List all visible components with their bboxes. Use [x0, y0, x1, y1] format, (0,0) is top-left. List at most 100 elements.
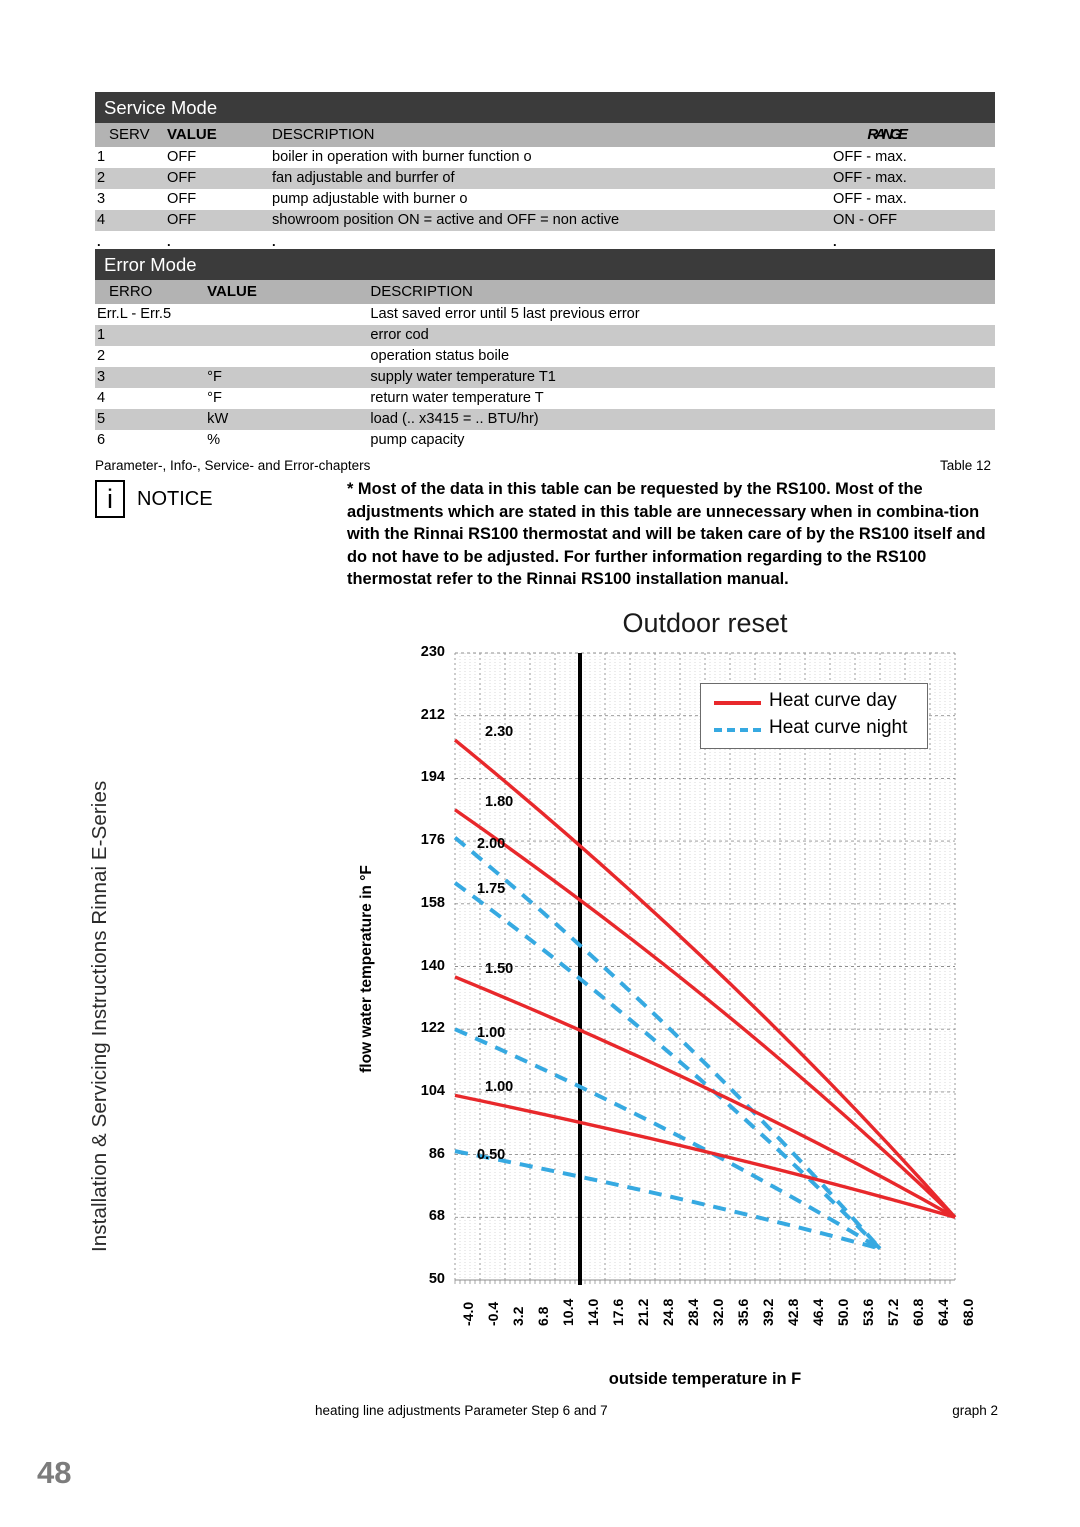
header-description: DESCRIPTION [370, 280, 995, 304]
cell-value: % [205, 430, 371, 451]
chart-y-tick: 230 [420, 644, 445, 660]
chart-x-tick: 39.2 [760, 1298, 776, 1326]
error-mode-table: Error Mode ERRO VALUE DESCRIPTION Err.L … [95, 249, 995, 476]
table-row: 3 OFF pump adjustable with burner o OFF … [95, 189, 995, 210]
cell-description: Last saved error until 5 last previous e… [370, 304, 995, 325]
cell-range: ON - OFF [825, 210, 995, 231]
chart-x-tick: -4.0 [460, 1301, 476, 1326]
chart-y-tick: 68 [428, 1208, 445, 1225]
table-row: 4 °F return water temperature T [95, 388, 995, 409]
chart-x-tick: 17.6 [610, 1298, 626, 1326]
cell-description: pump capacity [370, 430, 995, 451]
notice-body-text: * Most of the data in this table can be … [347, 480, 986, 589]
chart-x-tick: 64.4 [935, 1298, 951, 1326]
chart-x-tick: 28.4 [685, 1298, 701, 1326]
page-number: 48 [37, 1455, 72, 1490]
chart-x-tick: 68.0 [960, 1298, 976, 1326]
table-row: 2 operation status boile [95, 346, 995, 367]
chart-y-tick: 158 [420, 894, 445, 911]
graph-caption-right: graph 2 [952, 1403, 998, 1418]
legend-label: Heat curve day [769, 690, 897, 711]
cell-id: 3 [95, 367, 206, 388]
service-mode-table: Service Mode SERV VALUE DESCRIPTION RANG… [95, 92, 995, 252]
header-erro: ERRO [95, 280, 206, 304]
chart-x-tick: 57.2 [885, 1298, 901, 1326]
chart-x-tick: 6.8 [535, 1306, 551, 1326]
cell-range: OFF - max. [825, 147, 995, 168]
cell-description: return water temperature T [370, 388, 995, 409]
chart-curve-label: 0.50 [477, 1147, 506, 1164]
chart-curve-label: 1.00 [485, 1079, 514, 1096]
table-row: 6 % pump capacity [95, 430, 995, 451]
cell-description: fan adjustable and burrfer of [270, 168, 825, 189]
chart-curve-label: 2.00 [477, 835, 506, 852]
cell-value [205, 304, 371, 325]
chart-curve-label: 1.50 [485, 960, 514, 977]
chart-y-tick: 86 [428, 1145, 445, 1162]
cell-range: OFF - max. [825, 189, 995, 210]
cell-description: error cod [370, 325, 995, 346]
chart-x-tick: 60.8 [910, 1298, 926, 1326]
header-range: RANGE [825, 123, 995, 147]
cell-description: operation status boile [370, 346, 995, 367]
chart-x-tick: 21.2 [635, 1298, 651, 1326]
cell-description: pump adjustable with burner o [270, 189, 825, 210]
chart-x-tick: 42.8 [785, 1298, 801, 1326]
chart-x-tick: 35.6 [735, 1298, 751, 1326]
cell-value: kW [205, 409, 371, 430]
chart-x-tick: 10.4 [560, 1298, 576, 1326]
chart-curve-label: 1.00 [477, 1025, 506, 1042]
cell-id: 1 [95, 147, 165, 168]
table-caption-row: Parameter-, Info-, Service- and Error-ch… [95, 451, 995, 476]
cell-description: boiler in operation with burner function… [270, 147, 825, 168]
cell-id: 2 [95, 346, 206, 367]
cell-description: load (.. x3415 = .. BTU/hr) [370, 409, 995, 430]
chart-curve-label: 1.75 [477, 880, 506, 897]
header-serv: SERV [95, 123, 165, 147]
cell-value: OFF [165, 168, 270, 189]
service-mode-body: 1 OFF boiler in operation with burner fu… [95, 147, 995, 252]
cell-id: 4 [95, 388, 206, 409]
legend-solid-line-icon [714, 701, 761, 705]
chart-x-tick: -0.4 [485, 1301, 501, 1326]
cell-id: 5 [95, 409, 206, 430]
cell-id: 2 [95, 168, 165, 189]
chart-y-tick: 176 [420, 832, 445, 849]
cell-description: supply water temperature T1 [370, 367, 995, 388]
chart-y-tick: 50 [428, 1271, 445, 1287]
table-row: 4 OFF showroom position ON = active and … [95, 210, 995, 231]
cell-value: OFF [165, 147, 270, 168]
cell-id: 3 [95, 189, 165, 210]
chart-curve-label: 2.30 [485, 724, 514, 741]
chart-y-tick: 212 [420, 706, 445, 723]
error-mode-body: Err.L - Err.5 Last saved error until 5 l… [95, 304, 995, 476]
cell-value [205, 325, 371, 346]
chart-x-tick: 14.0 [585, 1298, 601, 1326]
chart-x-tick: 3.2 [510, 1306, 526, 1326]
chart-curve-label: 1.80 [485, 793, 514, 810]
table-row: 5 kW load (.. x3415 = .. BTU/hr) [95, 409, 995, 430]
info-icon: i [95, 480, 125, 518]
chart-y-tick: 104 [420, 1082, 445, 1099]
cell-id: Err.L - Err.5 [95, 304, 206, 325]
error-mode-title: Error Mode [95, 249, 995, 280]
table-row: 1 error cod [95, 325, 995, 346]
chart-x-tick: 24.8 [660, 1298, 676, 1326]
notice-label: NOTICE [137, 488, 213, 510]
cell-id: 1 [95, 325, 206, 346]
chart-x-tick: 53.6 [860, 1298, 876, 1326]
chart-y-tick: 140 [420, 957, 445, 974]
legend-label: Heat curve night [769, 717, 908, 738]
table-row: 3 °F supply water temperature T1 [95, 367, 995, 388]
chart-y-tick: 194 [420, 769, 445, 786]
cell-id: 4 [95, 210, 165, 231]
cell-id: 6 [95, 430, 206, 451]
graph-caption-left: heating line adjustments Parameter Step … [315, 1403, 608, 1418]
header-description: DESCRIPTION [270, 123, 825, 147]
chart-x-tick: 46.4 [810, 1298, 826, 1326]
graph-caption: heating line adjustments Parameter Step … [315, 1403, 998, 1418]
cell-description: showroom position ON = active and OFF = … [270, 210, 825, 231]
error-mode-header-row: ERRO VALUE DESCRIPTION [95, 280, 995, 304]
page-sidebar: Installation & Servicing Instructions Ri… [0, 0, 111, 1527]
cell-value: °F [205, 367, 371, 388]
